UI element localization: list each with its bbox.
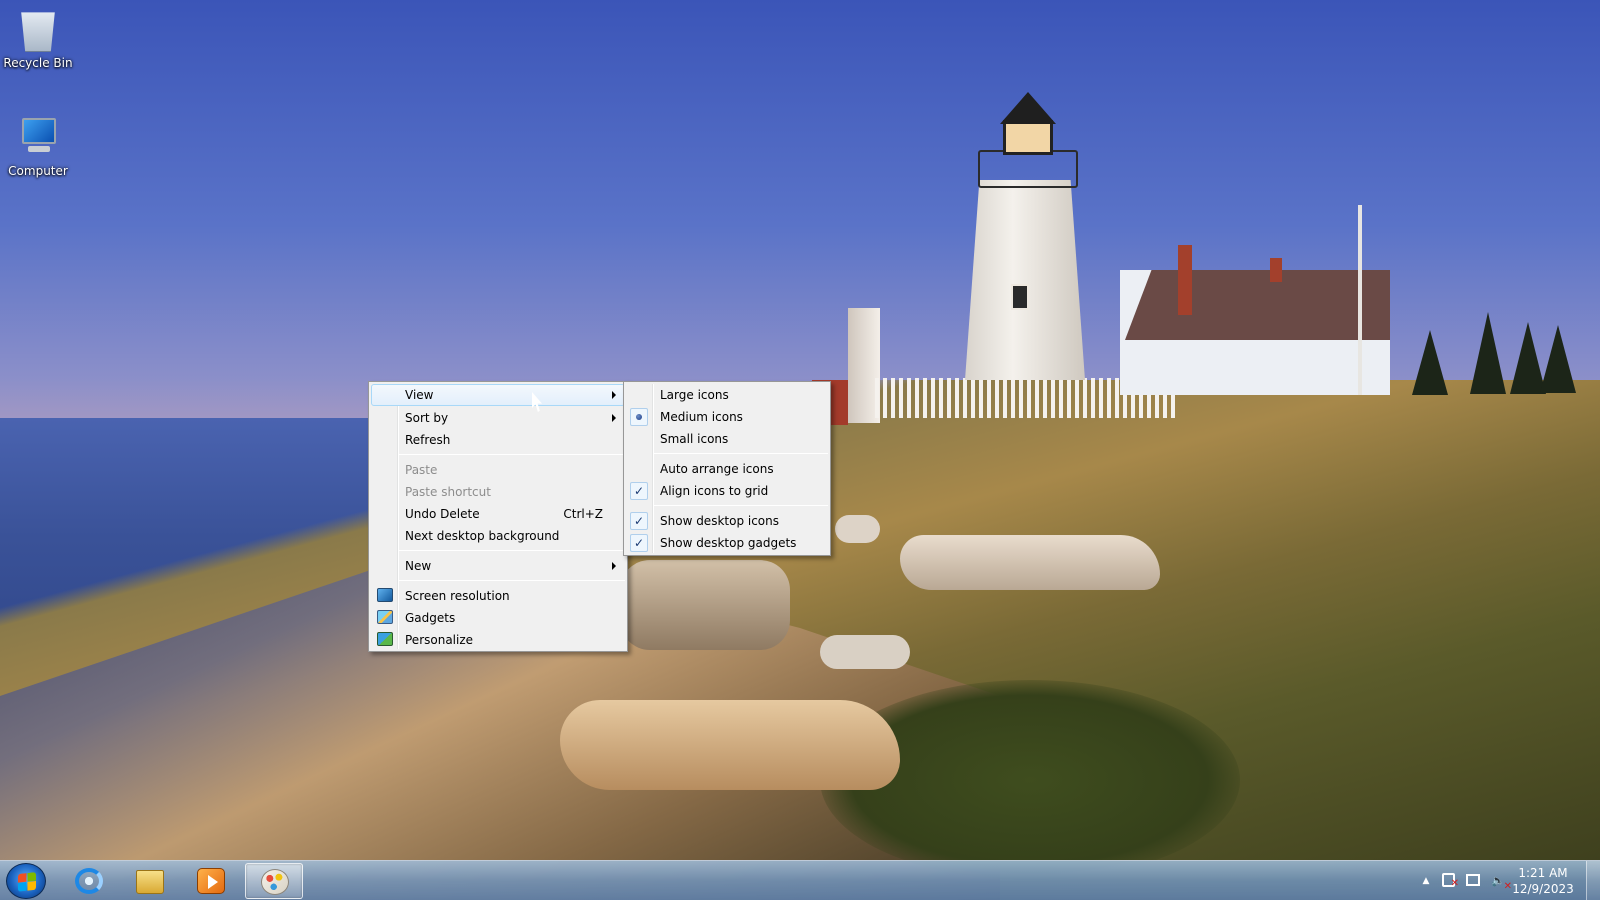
menu-item-label: Small icons <box>660 432 729 446</box>
menu-item-label: Show desktop icons <box>660 514 780 528</box>
menu-item-paste-shortcut[interactable]: Paste shortcut <box>371 481 625 503</box>
wallpaper-lighthouse-window <box>1011 284 1029 310</box>
menu-item-refresh[interactable]: Refresh <box>371 429 625 451</box>
menu-item-screen-resolution[interactable]: Screen resolution <box>371 585 625 607</box>
taskbar-windows-explorer[interactable] <box>121 863 179 899</box>
clock-time: 1:21 AM <box>1518 866 1568 880</box>
checkmark-icon: ✓ <box>630 482 648 500</box>
menu-item-label: Screen resolution <box>405 589 510 603</box>
submenu-item-large-icons[interactable]: Large icons <box>626 384 828 406</box>
submenu-arrow-icon <box>612 562 616 570</box>
action-center-icon[interactable] <box>1442 873 1459 892</box>
wallpaper-rock <box>820 635 910 669</box>
menu-item-undo-delete[interactable]: Undo Delete Ctrl+Z <box>371 503 625 525</box>
wallpaper-lighthouse <box>965 180 1085 380</box>
desktop-context-menu: View Sort by Refresh Paste Paste shortcu… <box>368 381 628 652</box>
wallpaper-lighthouse-lantern <box>1003 120 1053 155</box>
wallpaper-rock <box>900 535 1160 590</box>
submenu-item-align-to-grid[interactable]: ✓ Align icons to grid <box>626 480 828 502</box>
menu-item-label: Medium icons <box>660 410 743 424</box>
desktop-icon-computer[interactable]: Computer <box>0 116 76 178</box>
submenu-arrow-icon <box>612 414 616 422</box>
paint-icon <box>261 869 289 895</box>
start-button[interactable] <box>6 863 46 899</box>
submenu-item-show-desktop-gadgets[interactable]: ✓ Show desktop gadgets <box>626 532 828 554</box>
wallpaper-tree <box>1412 330 1448 395</box>
menu-item-label: Auto arrange icons <box>660 462 774 476</box>
menu-item-label: Gadgets <box>405 611 456 625</box>
wallpaper-rock <box>835 515 880 543</box>
menu-item-shortcut: Ctrl+Z <box>563 507 603 521</box>
gadgets-icon <box>377 610 393 624</box>
wallpaper-tree <box>1510 322 1546 394</box>
wallpaper-lighthouse-roof <box>1000 92 1056 124</box>
wallpaper-lighthouse-gallery <box>978 150 1078 188</box>
menu-item-label: Paste shortcut <box>405 485 491 499</box>
folder-icon <box>136 870 164 894</box>
menu-item-label: Align icons to grid <box>660 484 769 498</box>
desktop-icon-label: Computer <box>8 164 68 178</box>
volume-muted-icon[interactable]: 🔈 <box>1490 873 1512 895</box>
wallpaper-tree <box>1470 312 1506 394</box>
view-submenu: Large icons Medium icons Small icons Aut… <box>623 381 831 556</box>
submenu-arrow-icon <box>612 391 616 399</box>
computer-icon <box>18 116 58 160</box>
menu-separator <box>654 453 828 454</box>
menu-separator <box>399 580 625 581</box>
wallpaper-tree <box>1540 325 1576 393</box>
wallpaper-chimney <box>1270 258 1282 282</box>
desktop-icon-label: Recycle Bin <box>3 56 73 70</box>
menu-item-next-desktop-background[interactable]: Next desktop background <box>371 525 625 547</box>
menu-item-paste[interactable]: Paste <box>371 459 625 481</box>
menu-item-new[interactable]: New <box>371 555 625 577</box>
wallpaper-flagpole <box>1358 205 1362 395</box>
menu-item-label: Refresh <box>405 433 451 447</box>
menu-item-personalize[interactable]: Personalize <box>371 629 625 651</box>
menu-separator <box>399 550 625 551</box>
checkmark-icon: ✓ <box>630 512 648 530</box>
submenu-item-medium-icons[interactable]: Medium icons <box>626 406 828 428</box>
recycle-bin-icon <box>21 12 55 52</box>
show-hidden-icons-button[interactable]: ▲ <box>1418 873 1434 889</box>
wallpaper-rock <box>560 700 900 790</box>
desktop-icon-recycle-bin[interactable]: Recycle Bin <box>0 8 76 70</box>
wallpaper-chimney <box>1178 245 1192 315</box>
internet-explorer-icon <box>75 868 103 894</box>
network-icon[interactable] <box>1466 874 1480 886</box>
menu-item-label: Next desktop background <box>405 529 560 543</box>
menu-separator <box>399 454 625 455</box>
menu-item-label: Paste <box>405 463 438 477</box>
media-player-icon <box>197 868 225 894</box>
clock[interactable]: 1:21 AM 12/9/2023 <box>1508 865 1578 897</box>
taskbar-paint[interactable] <box>245 863 303 899</box>
submenu-item-small-icons[interactable]: Small icons <box>626 428 828 450</box>
personalize-icon <box>377 632 393 646</box>
clock-date: 12/9/2023 <box>1512 882 1574 896</box>
menu-item-label: Sort by <box>405 411 449 425</box>
taskbar-media-player[interactable] <box>182 863 240 899</box>
wallpaper-rock <box>620 560 790 650</box>
menu-item-label: Large icons <box>660 388 729 402</box>
submenu-item-auto-arrange[interactable]: Auto arrange icons <box>626 458 828 480</box>
taskbar: ▲ 🔈 1:21 AM 12/9/2023 <box>0 860 1600 900</box>
menu-item-label: Show desktop gadgets <box>660 536 797 550</box>
menu-item-view[interactable]: View <box>371 384 625 406</box>
taskbar-internet-explorer[interactable] <box>60 863 118 899</box>
menu-item-label: Undo Delete <box>405 507 480 521</box>
menu-item-label: New <box>405 559 432 573</box>
wallpaper-house-roof <box>1125 270 1390 340</box>
radio-bullet-icon <box>630 408 648 426</box>
menu-separator <box>654 505 828 506</box>
submenu-item-show-desktop-icons[interactable]: ✓ Show desktop icons <box>626 510 828 532</box>
menu-item-sort-by[interactable]: Sort by <box>371 407 625 429</box>
show-desktop-button[interactable] <box>1586 861 1600 900</box>
screen-resolution-icon <box>377 588 393 602</box>
menu-item-label: Personalize <box>405 633 474 647</box>
windows-logo-icon <box>18 872 36 892</box>
checkmark-icon: ✓ <box>630 534 648 552</box>
menu-item-gadgets[interactable]: Gadgets <box>371 607 625 629</box>
menu-item-label: View <box>405 388 434 402</box>
